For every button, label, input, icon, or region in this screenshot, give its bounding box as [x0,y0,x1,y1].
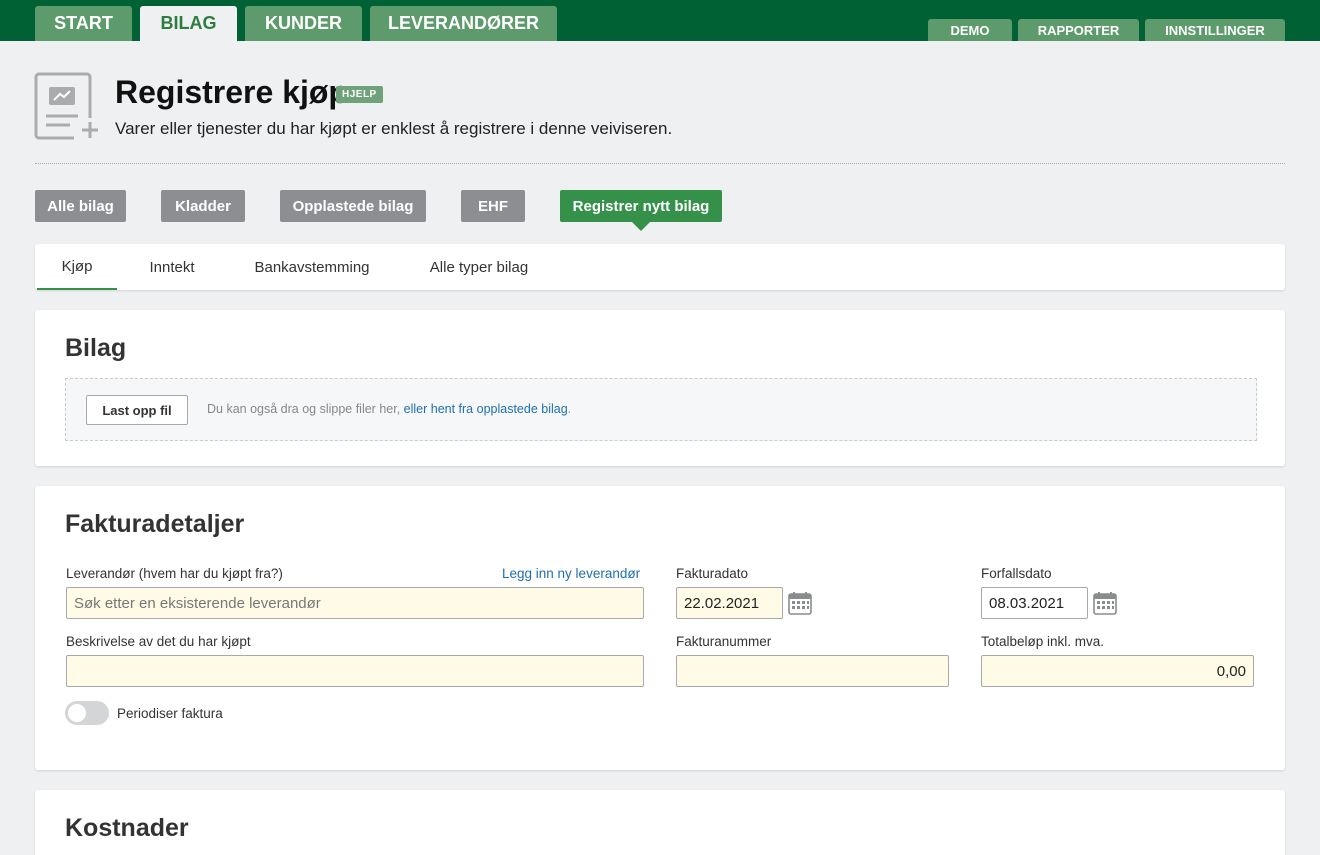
description-input[interactable] [66,655,644,687]
new-supplier-link[interactable]: Legg inn ny leverandør [502,566,640,581]
receipt-add-icon [34,72,100,142]
fakturadetaljer-card: Fakturadetaljer Leverandør (hvem har du … [35,486,1285,770]
main-tab-kunder[interactable]: KUNDER [245,6,362,41]
due-date-input[interactable]: 08.03.2021 [981,587,1088,619]
alle-bilag-button[interactable]: Alle bilag [35,190,126,222]
main-tab-leverandorer[interactable]: LEVERANDØRER [370,6,557,41]
help-badge[interactable]: HJELP [336,86,383,103]
supplier-search-input[interactable]: Søk etter en eksisterende leverandør [66,587,644,619]
kladder-button[interactable]: Kladder [161,190,245,222]
tab-kjop[interactable]: Kjøp [37,244,117,290]
main-tab-bilag[interactable]: BILAG [140,6,237,41]
drop-hint-text: Du kan også dra og slippe filer her, [207,402,404,416]
nav-demo[interactable]: DEMO [928,19,1012,41]
tab-inntekt[interactable]: Inntekt [135,244,209,290]
description-label: Beskrivelse av det du har kjøpt [66,634,251,649]
invoice-date-label: Fakturadato [676,566,749,581]
invoice-date-input[interactable]: 22.02.2021 [676,587,783,619]
due-date-calendar-icon[interactable] [1093,591,1117,615]
kostnader-title: Kostnader [65,814,189,842]
supplier-label: Leverandør (hvem har du kjøpt fra?) [66,566,283,581]
fakturadetaljer-title: Fakturadetaljer [65,510,245,538]
voucher-type-tabs: Kjøp Inntekt Bankavstemming Alle typer b… [35,244,1285,290]
drop-hint: Du kan også dra og slippe filer her, ell… [207,402,571,416]
upload-file-button[interactable]: Last opp fil [86,395,188,425]
invoice-number-label: Fakturanummer [676,634,772,649]
nav-innstillinger[interactable]: INNSTILLINGER [1145,19,1285,41]
drop-hint-end: . [567,402,572,416]
bilag-card: Bilag Last opp fil Du kan også dra og sl… [35,310,1285,466]
main-tab-start[interactable]: START [35,6,132,41]
file-dropzone[interactable]: Last opp fil Du kan også dra og slippe f… [65,378,1257,441]
page-subtitle: Varer eller tjenester du har kjøpt er en… [115,119,673,138]
periodize-label: Periodiser faktura [117,706,223,721]
due-date-label: Forfallsdato [981,566,1052,581]
page-title: Registrere kjøp [115,74,348,110]
periodize-toggle[interactable] [65,701,109,725]
nav-rapporter[interactable]: RAPPORTER [1018,19,1139,41]
toggle-knob [68,704,86,722]
header-divider [35,163,1285,164]
total-amount-label: Totalbeløp inkl. mva. [981,634,1105,649]
bilag-title: Bilag [65,334,127,362]
tab-bankavstemming[interactable]: Bankavstemming [242,244,382,290]
tab-alle-typer-bilag[interactable]: Alle typer bilag [415,244,543,290]
kostnader-card: Kostnader [35,790,1285,855]
fetch-uploaded-link[interactable]: eller hent fra opplastede bilag [404,402,568,416]
opplastede-bilag-button[interactable]: Opplastede bilag [280,190,426,222]
top-navigation-bar: START BILAG KUNDER LEVERANDØRER DEMO RAP… [0,0,1320,41]
total-amount-input[interactable]: 0,00 [981,655,1254,687]
ehf-button[interactable]: EHF [461,190,525,222]
invoice-date-calendar-icon[interactable] [788,591,812,615]
invoice-number-input[interactable] [676,655,949,687]
registrer-nytt-bilag-button[interactable]: Registrer nytt bilag [560,190,722,231]
